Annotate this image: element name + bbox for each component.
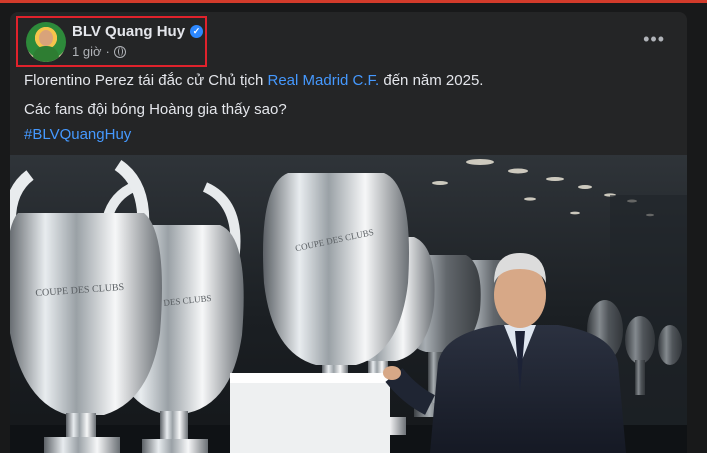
post-text-line-1-end: đến năm 2025. (379, 72, 484, 89)
real-madrid-link[interactable]: Real Madrid C.F. (268, 72, 380, 89)
highlight-box (16, 16, 207, 67)
top-accent-strip (0, 0, 707, 3)
post-header: BLV Quang Huy ✓ 1 giờ · ••• (10, 12, 687, 70)
post-card: BLV Quang Huy ✓ 1 giờ · ••• Florentino P… (10, 12, 687, 453)
hashtag-link[interactable]: #BLVQuangHuy (24, 126, 131, 143)
post-text-line-1: Florentino Perez tái đắc cử Chủ tịch Rea… (24, 72, 483, 89)
trophy-room-image: COUPE DES CLUBS COUPE DES CLUBS COUPE DE… (10, 155, 687, 453)
post-text-line-1-start: Florentino Perez tái đắc cử Chủ tịch (24, 72, 268, 89)
post-text-line-2: Các fans đội bóng Hoàng gia thấy sao? (24, 101, 287, 118)
more-options-icon[interactable]: ••• (643, 30, 665, 48)
post-photo[interactable]: COUPE DES CLUBS COUPE DES CLUBS COUPE DE… (10, 155, 687, 453)
